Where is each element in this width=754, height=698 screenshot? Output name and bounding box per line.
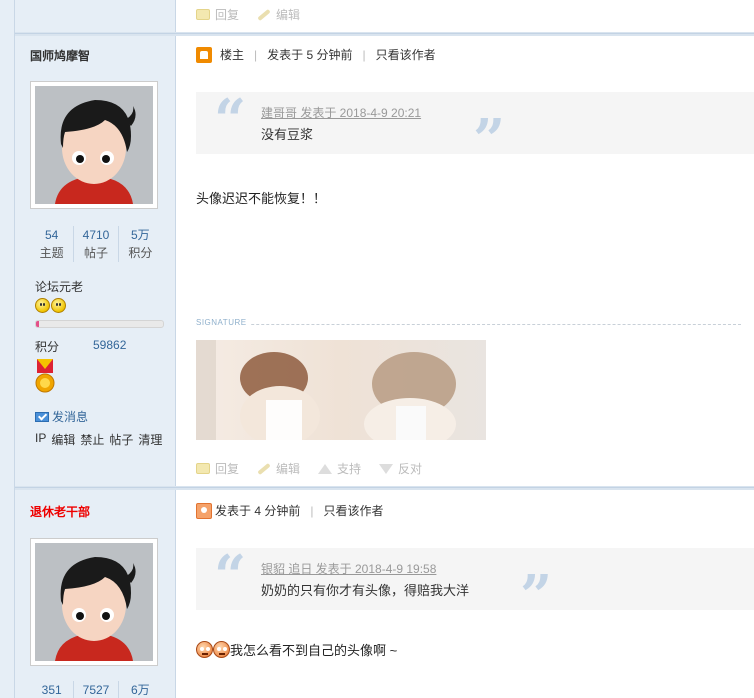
signature-divider: SIGNATURE [196,318,741,327]
thumbs-up-icon [318,463,333,474]
louzhu-label: 楼主 [220,48,245,62]
stat-topics[interactable]: 54 主题 [30,226,75,262]
prev-reply-button[interactable]: 回复 [196,6,239,23]
only-author-link[interactable]: 只看该作者 [323,502,383,519]
post1-message: 头像迟迟不能恢复！！ [196,191,327,206]
quote-text: 没有豆浆 [261,127,314,142]
reply-button[interactable]: 回复 [196,460,239,477]
prev-post-actions: 回复 编辑 [196,6,300,23]
admin-link-ip[interactable]: IP [35,431,46,448]
louzhu-icon [196,46,212,63]
admin-link-ban[interactable]: 禁止 [80,431,104,448]
prev-edit-button[interactable]: 编辑 [257,6,300,23]
close-quote-icon: ” [520,563,553,629]
avatar-image [35,86,153,204]
post1-stats: 54 主题 4710 帖子 5万 积分 [30,226,162,262]
post2-message: 我怎么看不到自己的头像啊 ~ [196,640,397,659]
thumbs-down-icon [379,463,394,474]
post2-username[interactable]: 退休老干部 [30,503,90,520]
post1-score-row: 积分 59862 [35,338,127,354]
reply-icon [196,9,210,20]
post-time: 发表于 5 分钟前 [267,48,353,62]
angry-face-icon [196,641,213,658]
smiley-icon [51,298,66,313]
quote-author-link[interactable]: 银貂 追日 发表于 2018-4-9 19:58 [261,560,436,577]
open-quote-icon: “ [214,87,247,153]
stat-points[interactable]: 6万 [119,681,162,698]
post2-stats: 351 7527 6万 [30,681,162,698]
only-author-link[interactable]: 只看该作者 [376,46,436,63]
rank-progress-bar [35,320,164,328]
support-button[interactable]: 支持 [318,460,361,477]
pencil-icon [257,8,271,21]
user-icon [196,502,212,519]
post2-avatar[interactable] [30,538,158,666]
smiley-icon [35,298,50,313]
forum-thread-page: 回复 编辑 国师鸠摩智 54 主题 4710 帖子 5万 积分 论坛元老 积分 … [0,0,754,698]
admin-links: IP 编辑 禁止 帖子 清理 [35,431,162,448]
oppose-button[interactable]: 反对 [379,460,422,477]
post1-header: 楼主 | 发表于 5 分钟前 | 只看该作者 [196,46,436,63]
rank-faces [35,298,66,313]
stat-topics[interactable]: 351 [30,681,75,698]
stat-posts[interactable]: 4710 帖子 [74,226,119,262]
rank-progress-fill [36,321,39,327]
admin-link-edit[interactable]: 编辑 [51,431,75,448]
medal-icon [35,359,55,393]
avatar-image [35,543,153,661]
prev-post-content: 回复 编辑 [176,0,754,32]
angry-face-icon [213,641,230,658]
post1-content: 楼主 | 发表于 5 分钟前 | 只看该作者 “ 建哥哥 发表于 2018-4-… [176,36,754,486]
post-time: 发表于 4 分钟前 [215,504,301,518]
post1-actions: 回复 编辑 支持 反对 [196,460,422,477]
post1-rank: 论坛元老 [35,280,84,294]
edit-button[interactable]: 编辑 [257,460,300,477]
post2-header: 发表于 4 分钟前 | 只看该作者 [196,502,383,519]
post1-avatar[interactable] [30,81,158,209]
reply-icon [196,463,210,474]
post1-username[interactable]: 国师鸠摩智 [30,47,90,64]
close-quote-icon: ” [473,107,506,173]
post2-content: 发表于 4 分钟前 | 只看该作者 “ 银貂 追日 发表于 2018-4-9 1… [176,490,754,698]
left-gutter [0,0,15,698]
send-message-link[interactable]: 发消息 [35,408,88,425]
quote-author-link[interactable]: 建哥哥 发表于 2018-4-9 20:21 [261,104,421,121]
post2-quote: “ 银貂 追日 发表于 2018-4-9 19:58 奶奶的只有你才有头像，得赔… [196,543,754,624]
post2-author-sidebar: 退休老干部 351 7527 6万 [15,490,176,698]
open-quote-icon: “ [214,543,247,609]
admin-link-clean[interactable]: 清理 [138,431,162,448]
post1-quote: “ 建哥哥 发表于 2018-4-9 20:21 没有豆浆 ” [196,87,754,168]
envelope-icon [35,411,49,422]
signature-label: SIGNATURE [196,318,251,327]
post1-author-sidebar: 国师鸠摩智 54 主题 4710 帖子 5万 积分 论坛元老 积分 59862 … [15,36,176,486]
quote-text: 奶奶的只有你才有头像，得赔我大洋 [261,583,470,598]
pencil-icon [257,462,271,475]
admin-link-posts[interactable]: 帖子 [109,431,133,448]
prev-post-sidebar [15,0,176,32]
signature-image [196,340,486,440]
stat-posts[interactable]: 7527 [74,681,119,698]
stat-points[interactable]: 5万 积分 [119,226,162,262]
